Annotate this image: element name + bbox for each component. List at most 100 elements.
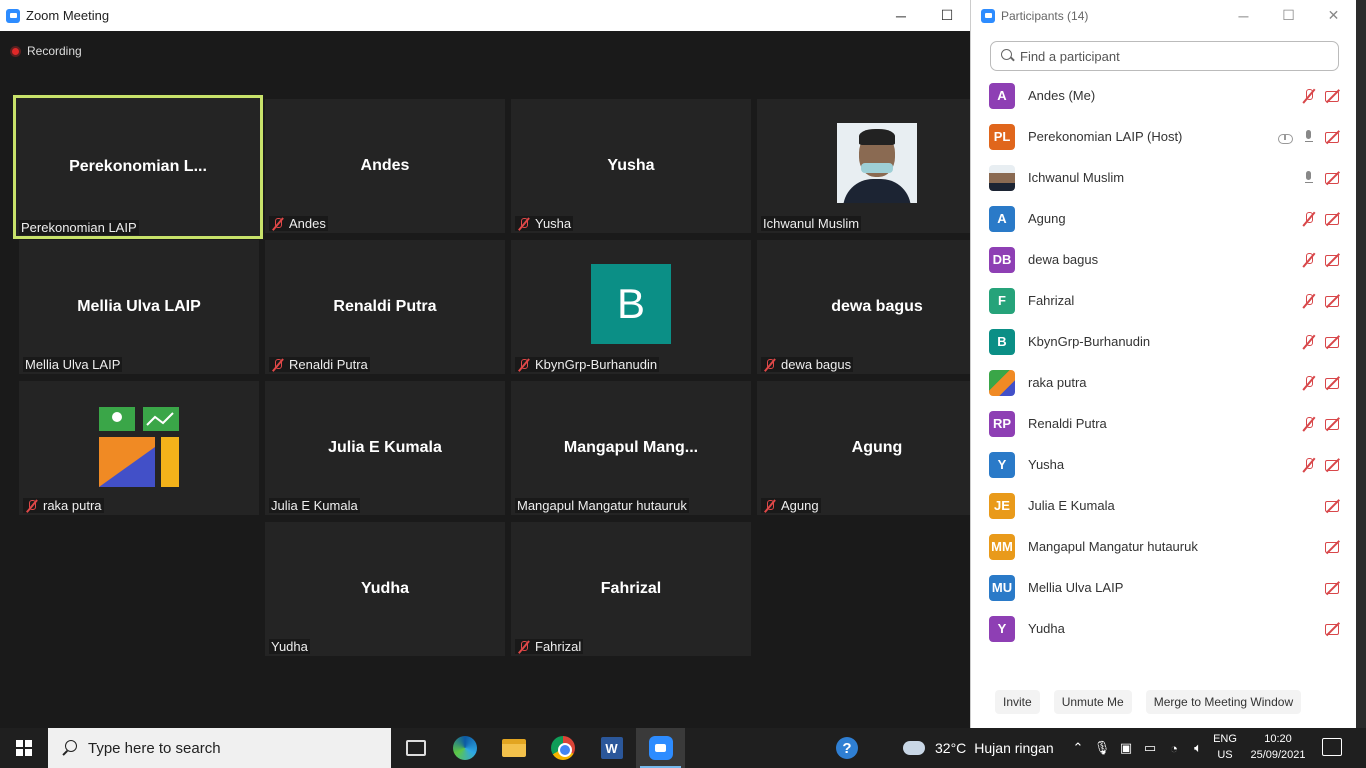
participant-row[interactable]: F Fahrizal bbox=[971, 280, 1356, 321]
participant-avatar: A bbox=[989, 205, 1015, 232]
participant-name: Fahrizal bbox=[1028, 293, 1075, 308]
video-off-icon bbox=[1324, 293, 1342, 309]
video-tile[interactable]: Ichwanul Muslim bbox=[757, 99, 997, 233]
participant-row[interactable]: A Andes (Me) bbox=[971, 75, 1356, 116]
participant-row[interactable]: B KbynGrp-Burhanudin bbox=[971, 321, 1356, 362]
muted-mic-icon bbox=[1300, 375, 1318, 391]
video-tile[interactable]: Andes Andes bbox=[265, 99, 505, 233]
battery-icon[interactable]: ▭ bbox=[1138, 728, 1162, 768]
tile-name-label: Mellia Ulva LAIP bbox=[23, 357, 123, 372]
weather-desc: Hujan ringan bbox=[974, 740, 1054, 756]
muted-mic-icon bbox=[1300, 88, 1318, 104]
video-tile[interactable]: Agung Agung bbox=[757, 381, 997, 515]
clock[interactable]: 10:20 25/09/2021 bbox=[1246, 731, 1310, 763]
edge-button[interactable] bbox=[440, 728, 489, 768]
task-view-button[interactable] bbox=[391, 728, 440, 768]
chrome-button[interactable] bbox=[538, 728, 587, 768]
muted-mic-icon bbox=[1300, 211, 1318, 227]
participant-name: KbynGrp-Burhanudin bbox=[1028, 334, 1151, 349]
weather-widget[interactable]: 32°C Hujan ringan bbox=[903, 728, 1054, 768]
edge-icon bbox=[452, 736, 477, 760]
invite-button[interactable]: Invite bbox=[995, 690, 1040, 714]
participant-row[interactable]: Y Yudha bbox=[971, 608, 1356, 649]
participant-avatar: PL bbox=[989, 123, 1015, 150]
language-indicator[interactable]: ENG US bbox=[1210, 731, 1240, 763]
participant-row[interactable]: PL Perekonomian LAIP (Host) bbox=[971, 116, 1356, 157]
tile-label-text: Fahrizal bbox=[535, 639, 582, 654]
tile-label-text: Mangapul Mangatur hutauruk bbox=[517, 498, 687, 513]
meeting-gallery: Recording Perekonomian L... Perekonomian … bbox=[0, 31, 997, 728]
participant-row[interactable]: MM Mangapul Mangatur hutauruk bbox=[971, 526, 1356, 567]
word-button[interactable]: W bbox=[587, 728, 636, 768]
tile-display-name: Yudha bbox=[360, 580, 409, 597]
tile-display-name: Mellia Ulva LAIP bbox=[77, 298, 201, 315]
desktop-background bbox=[1356, 0, 1366, 728]
microphone-icon[interactable]: 🎙︎ bbox=[1090, 728, 1114, 768]
tile-label-text: Andes bbox=[289, 216, 326, 231]
video-tile[interactable]: Mellia Ulva LAIP Mellia Ulva LAIP bbox=[19, 240, 259, 374]
merge-to-meeting-window-button[interactable]: Merge to Meeting Window bbox=[1145, 690, 1302, 714]
tile-name-label: Mangapul Mangatur hutauruk bbox=[515, 498, 689, 513]
windows-icon bbox=[16, 740, 32, 756]
mic-icon bbox=[1300, 129, 1318, 145]
taskbar-search[interactable]: Type here to search bbox=[48, 728, 391, 768]
tile-label-text: KbynGrp-Burhanudin bbox=[535, 357, 658, 372]
recording-indicator[interactable]: Recording bbox=[10, 44, 82, 58]
chevron-up-icon[interactable]: ⌃ bbox=[1066, 728, 1090, 768]
video-tile[interactable]: Fahrizal Fahrizal bbox=[511, 522, 751, 656]
participant-row[interactable]: raka putra bbox=[971, 362, 1356, 403]
panel-close-button[interactable]: ✕ bbox=[1311, 0, 1356, 31]
tile-label-text: raka putra bbox=[43, 498, 102, 513]
participant-avatar: MM bbox=[989, 533, 1015, 560]
zoom-title-bar: Zoom Meeting ─ ☐ bbox=[0, 0, 970, 31]
tile-label-text: Julia E Kumala bbox=[271, 498, 358, 513]
participant-name: Mangapul Mangatur hutauruk bbox=[1028, 539, 1198, 554]
participant-name: Renaldi Putra bbox=[1028, 416, 1107, 431]
participant-photo bbox=[837, 123, 917, 203]
video-tile[interactable]: Renaldi Putra Renaldi Putra bbox=[265, 240, 505, 374]
video-tile[interactable]: Yudha Yudha bbox=[265, 522, 505, 656]
panel-minimize-button[interactable]: ─ bbox=[1221, 0, 1266, 31]
start-button[interactable] bbox=[0, 728, 48, 768]
panel-maximize-button[interactable]: ☐ bbox=[1266, 0, 1311, 31]
participant-search[interactable] bbox=[990, 41, 1339, 71]
taskbar-search-placeholder: Type here to search bbox=[88, 739, 221, 757]
participant-row[interactable]: DB dewa bagus bbox=[971, 239, 1356, 280]
video-tile[interactable]: Julia E Kumala Julia E Kumala bbox=[265, 381, 505, 515]
video-tile[interactable]: B KbynGrp-Burhanudin bbox=[511, 240, 751, 374]
zoom-app-icon bbox=[981, 8, 995, 23]
participant-avatar bbox=[989, 164, 1015, 191]
minimize-button[interactable]: ─ bbox=[878, 0, 924, 31]
tile-display-name: Julia E Kumala bbox=[328, 439, 442, 456]
participant-row[interactable]: A Agung bbox=[971, 198, 1356, 239]
wifi-icon[interactable]: ◔ bbox=[1162, 728, 1186, 768]
meet-now-icon[interactable]: ▣ bbox=[1114, 728, 1138, 768]
mic-icon bbox=[1300, 170, 1318, 186]
help-icon[interactable]: ? bbox=[836, 737, 858, 759]
tile-display-name: Agung bbox=[851, 439, 903, 456]
zoom-taskbar-button[interactable] bbox=[636, 728, 685, 768]
participant-row[interactable]: Y Yusha bbox=[971, 444, 1356, 485]
participant-avatar: F bbox=[989, 287, 1015, 314]
video-tile[interactable]: dewa bagus dewa bagus bbox=[757, 240, 997, 374]
participant-row[interactable]: Ichwanul Muslim bbox=[971, 157, 1356, 198]
maximize-button[interactable]: ☐ bbox=[924, 0, 970, 31]
video-tile[interactable]: Yusha Yusha bbox=[511, 99, 751, 233]
participant-row[interactable]: JE Julia E Kumala bbox=[971, 485, 1356, 526]
notification-icon[interactable] bbox=[1322, 738, 1342, 756]
video-off-icon bbox=[1324, 580, 1342, 596]
tile-label-text: Renaldi Putra bbox=[289, 357, 368, 372]
video-tile[interactable]: raka putra bbox=[19, 381, 259, 515]
unmute-me-button[interactable]: Unmute Me bbox=[1053, 690, 1132, 714]
tile-name-label: Renaldi Putra bbox=[269, 357, 370, 372]
participant-search-input[interactable] bbox=[1020, 48, 1320, 64]
participant-row[interactable]: RP Renaldi Putra bbox=[971, 403, 1356, 444]
search-icon bbox=[62, 740, 78, 756]
video-tile[interactable]: Mangapul Mang... Mangapul Mangatur hutaur… bbox=[511, 381, 751, 515]
recording-label: Recording bbox=[27, 44, 82, 58]
video-off-icon bbox=[1324, 498, 1342, 514]
file-explorer-button[interactable] bbox=[489, 728, 538, 768]
participant-row[interactable]: MU Mellia Ulva LAIP bbox=[971, 567, 1356, 608]
volume-icon[interactable]: 🔈︎ bbox=[1186, 728, 1210, 768]
video-tile[interactable]: Perekonomian L... Perekonomian LAIP bbox=[13, 95, 263, 239]
